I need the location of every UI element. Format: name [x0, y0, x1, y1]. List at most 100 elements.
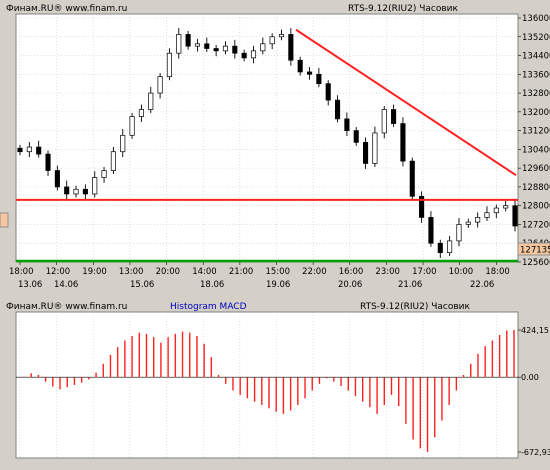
candle-body [82, 188, 88, 195]
candle-body [101, 170, 107, 178]
candle-body [493, 207, 499, 214]
price-tick-label: 125600 [522, 258, 550, 268]
candle-body [409, 160, 415, 197]
candle-body [232, 45, 238, 54]
macd-title: Histogram MACD [170, 302, 247, 312]
candle-body [306, 71, 313, 75]
candle-body [129, 116, 135, 136]
time-tick-label: 12:00 [46, 267, 71, 277]
candle-body [204, 43, 210, 49]
candle-body [260, 43, 266, 52]
date-label: 18.06 [200, 280, 224, 290]
candle-body [157, 76, 163, 94]
date-label: 19.06 [266, 280, 290, 290]
candle-body [391, 109, 397, 124]
candle-body [447, 240, 453, 253]
time-tick-label: 16:00 [339, 267, 364, 277]
candle-body [475, 217, 481, 223]
candle-body [26, 146, 32, 153]
candle-body [54, 170, 60, 188]
candle-body [381, 109, 387, 134]
candle-body [316, 73, 322, 85]
chart-root: 136000 135200 134400 133600 132800 132000 1312… [0, 0, 550, 459]
time-tick-label: 21:00 [229, 267, 254, 277]
price-tick-label: 131200 [522, 127, 550, 137]
candle-body [148, 92, 154, 110]
candle-body [176, 34, 182, 54]
price-tick-label: 128000 [522, 202, 550, 212]
candle-body [250, 50, 257, 59]
macd-source-label: Финам.RU® www.finam.ru [6, 302, 127, 312]
time-tick-label: 19:00 [82, 267, 107, 277]
candle-body [288, 34, 294, 61]
candle-body [194, 43, 201, 47]
price-tick-label: 136000 [522, 14, 550, 24]
candle-body [73, 188, 79, 195]
price-tick-label: 133600 [522, 70, 550, 80]
price-tick-label: 132800 [522, 89, 550, 99]
candle-body [325, 83, 331, 101]
candle-body [120, 134, 126, 153]
candle-body [45, 153, 51, 171]
candle-body [372, 132, 378, 164]
date-label: 13.06 [18, 280, 42, 290]
candle-body [110, 151, 116, 171]
candle-body [278, 34, 285, 38]
candle-body [456, 224, 462, 242]
macd-plot-area [15, 311, 519, 459]
price-instrument-label: RTS-9.12(RIU2) Часовик [348, 4, 458, 14]
candle-body [17, 147, 23, 153]
macd-axis: 424,15 0.00 -672,93 [518, 326, 550, 457]
time-tick-label: 20:00 [156, 267, 181, 277]
price-tick-label: 134400 [522, 52, 550, 62]
date-label: 14.06 [54, 280, 78, 290]
candle-body [185, 34, 191, 47]
price-tick-label: 130400 [522, 145, 550, 155]
time-tick-label: 10:00 [449, 267, 474, 277]
macd-tick-label: 0.00 [521, 373, 539, 382]
time-tick-label: 22:00 [302, 267, 327, 277]
price-source-label: Финам.RU® www.finam.ru [6, 4, 127, 14]
price-tick-label: 129600 [522, 164, 550, 174]
candle-body [138, 109, 144, 117]
price-plot-area [15, 13, 519, 263]
candle-body [269, 36, 275, 45]
price-tick-label: 127200 [522, 220, 550, 230]
candle-body [353, 130, 359, 143]
macd-instrument-label: RTS-9.12(RIU2) Часовик [360, 302, 470, 312]
current-price-marker-left [0, 212, 9, 228]
time-tick-label: 18:00 [485, 267, 510, 277]
candle-body [36, 146, 42, 155]
price-tick-label: 132000 [522, 108, 550, 118]
price-tick-label: 135200 [522, 33, 550, 43]
candle-body [400, 123, 406, 162]
time-tick-label: 14:00 [192, 267, 217, 277]
candle-body [344, 118, 350, 131]
current-price-label: 127135 [520, 246, 550, 256]
candle-body [166, 52, 172, 78]
candle-body [437, 242, 443, 253]
candle-body [213, 48, 219, 52]
macd-tick-label: -672,93 [521, 448, 550, 457]
candle-body [428, 217, 434, 244]
candle-body [334, 99, 341, 120]
date-label: 20.06 [338, 280, 362, 290]
time-tick-label: 23:00 [375, 267, 400, 277]
time-tick-label: 13:00 [119, 267, 143, 277]
candle-body [222, 45, 229, 52]
price-tick-label: 128800 [522, 183, 550, 193]
candle-body [92, 177, 98, 195]
candle-body [465, 221, 471, 225]
time-tick-label: 17:00 [412, 267, 437, 277]
candle-body [297, 59, 303, 73]
candle-body [64, 186, 70, 195]
candle-body [484, 212, 490, 218]
time-tick-label: 18:00 [9, 267, 34, 277]
candle-body [512, 205, 518, 227]
date-label: 15.06 [130, 280, 154, 290]
candle-body [363, 141, 369, 164]
date-label: 21.06 [398, 280, 422, 290]
time-tick-label: 15:00 [265, 267, 290, 277]
candle-body [241, 52, 247, 59]
candle-body [503, 205, 509, 209]
